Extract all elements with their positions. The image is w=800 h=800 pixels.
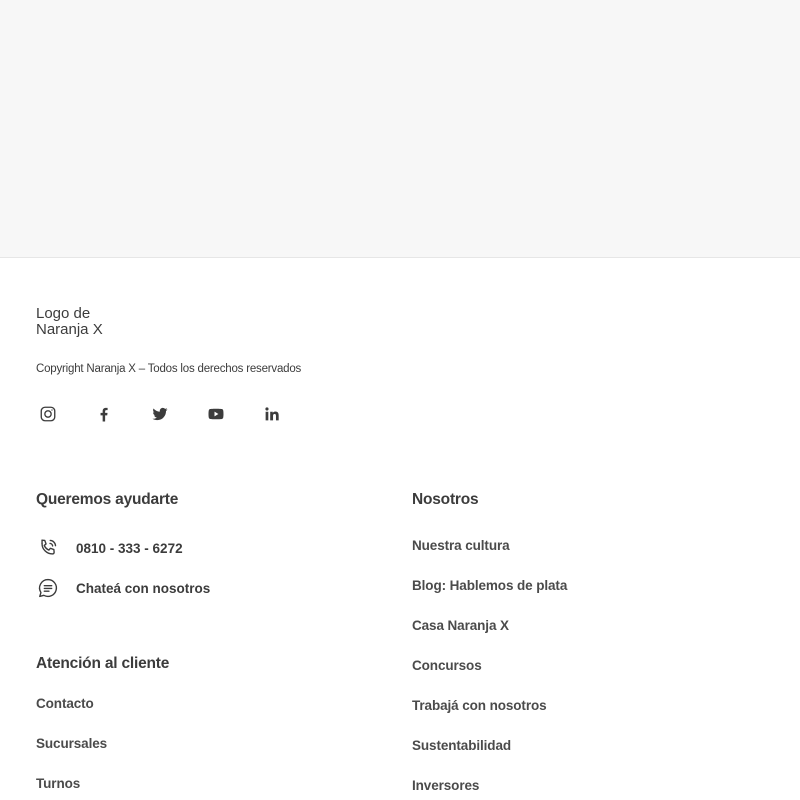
facebook-icon: [100, 407, 108, 422]
facebook-link[interactable]: [92, 402, 116, 426]
customer-heading: Atención al cliente: [36, 655, 170, 672]
link-nuestra-cultura[interactable]: Nuestra cultura: [412, 536, 752, 556]
link-contacto[interactable]: Contacto: [36, 694, 376, 714]
link-turnos[interactable]: Turnos: [36, 774, 376, 794]
link-sucursales[interactable]: Sucursales: [36, 734, 376, 754]
linkedin-link[interactable]: [260, 402, 284, 426]
logo-alt-text: Logo de Naranja X: [36, 305, 103, 338]
chat-contact[interactable]: Chateá con nosotros: [36, 576, 376, 600]
phone-contact[interactable]: 0810 - 333 - 6272: [36, 536, 376, 560]
link-blog[interactable]: Blog: Hablemos de plata: [412, 576, 752, 596]
copyright-text: Copyright Naranja X – Todos los derechos…: [36, 363, 302, 375]
page-top-area: [0, 0, 800, 258]
social-links: [36, 402, 284, 426]
twitter-link[interactable]: [148, 402, 172, 426]
link-casa-naranja-x[interactable]: Casa Naranja X: [412, 616, 752, 636]
link-sustentabilidad[interactable]: Sustentabilidad: [412, 736, 752, 756]
naranja-x-logo[interactable]: Logo de Naranja X: [36, 306, 126, 338]
site-footer: Logo de Naranja X Copyright Naranja X – …: [0, 258, 800, 800]
phone-icon: [36, 536, 60, 560]
linkedin-icon: [265, 407, 279, 421]
link-inversores[interactable]: Inversores: [412, 776, 752, 796]
link-concursos[interactable]: Concursos: [412, 656, 752, 676]
youtube-link[interactable]: [204, 402, 228, 426]
chat-icon: [36, 576, 60, 600]
help-column: Queremos ayudarte 0810 - 333 - 6272 Chat…: [36, 490, 376, 794]
phone-number: 0810 - 333 - 6272: [76, 540, 183, 556]
help-heading: Queremos ayudarte: [36, 491, 179, 508]
about-heading: Nosotros: [412, 491, 479, 508]
chat-label: Chateá con nosotros: [76, 580, 211, 596]
youtube-icon: [208, 408, 224, 420]
about-column: Nosotros Nuestra cultura Blog: Hablemos …: [412, 490, 752, 796]
link-trabaja-con-nosotros[interactable]: Trabajá con nosotros: [412, 696, 752, 716]
instagram-icon: [40, 406, 56, 422]
twitter-icon: [152, 407, 168, 421]
instagram-link[interactable]: [36, 402, 60, 426]
